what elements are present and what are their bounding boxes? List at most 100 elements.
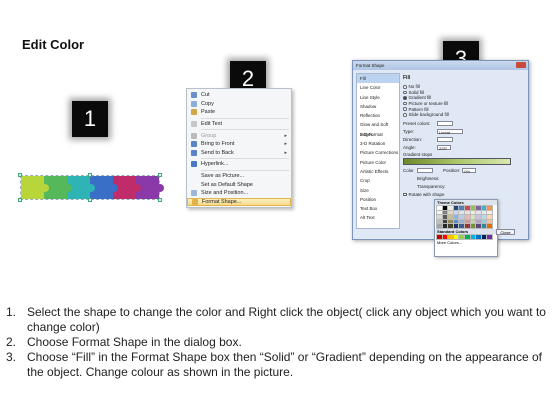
- color-swatch[interactable]: [475, 205, 483, 211]
- type-select[interactable]: Linear: [437, 129, 463, 135]
- color-swatch[interactable]: [469, 223, 477, 230]
- color-swatch[interactable]: [475, 234, 483, 241]
- color-swatch[interactable]: [480, 214, 488, 221]
- color-swatch[interactable]: [463, 234, 471, 241]
- color-swatch[interactable]: [436, 223, 443, 230]
- menu-item[interactable]: Format Shape...: [187, 197, 291, 207]
- color-swatch[interactable]: [463, 209, 471, 216]
- color-dropdown[interactable]: [417, 168, 433, 174]
- color-swatch[interactable]: [475, 214, 483, 221]
- sidebar-item[interactable]: 3-D Format: [357, 130, 399, 139]
- color-swatch[interactable]: [436, 205, 443, 211]
- color-swatch[interactable]: [436, 218, 443, 225]
- sidebar-item[interactable]: Alt Text: [357, 213, 399, 222]
- color-swatch[interactable]: [480, 218, 488, 225]
- color-swatch[interactable]: [458, 205, 466, 211]
- color-swatch[interactable]: [463, 223, 471, 230]
- color-swatch[interactable]: [452, 234, 460, 241]
- color-swatch[interactable]: [463, 218, 471, 225]
- color-swatch[interactable]: [441, 214, 449, 221]
- color-swatch[interactable]: [447, 234, 455, 241]
- sidebar-item[interactable]: Artistic Effects: [357, 167, 399, 176]
- menu-item[interactable]: Copy: [187, 100, 291, 109]
- radio-icon[interactable]: [403, 113, 407, 117]
- sidebar-item[interactable]: Picture Color: [357, 158, 399, 167]
- position-input[interactable]: 0%: [462, 168, 477, 174]
- menu-item[interactable]: Size and Position...: [187, 189, 291, 198]
- fill-radio[interactable]: Slide background fill: [403, 112, 525, 118]
- color-swatch[interactable]: [452, 214, 460, 221]
- menu-item[interactable]: Send to Back ▸: [187, 149, 291, 158]
- menu-item[interactable]: Group ▸: [187, 131, 291, 140]
- radio-icon[interactable]: [403, 90, 407, 95]
- sidebar-item[interactable]: Size: [357, 186, 399, 195]
- color-swatch[interactable]: [436, 234, 443, 241]
- color-swatch[interactable]: [475, 223, 483, 230]
- sidebar-item[interactable]: Position: [357, 195, 399, 204]
- color-swatch[interactable]: [469, 209, 477, 216]
- color-swatch[interactable]: [486, 214, 494, 221]
- puzzle-strip[interactable]: [18, 173, 164, 202]
- color-swatch[interactable]: [486, 209, 494, 216]
- color-swatch[interactable]: [486, 218, 494, 225]
- color-swatch[interactable]: [447, 209, 455, 216]
- more-colors-item[interactable]: More Colors...: [435, 240, 497, 245]
- color-swatch[interactable]: [452, 223, 460, 230]
- color-swatch[interactable]: [452, 205, 460, 211]
- menu-item[interactable]: Paste: [187, 108, 291, 117]
- color-swatch[interactable]: [469, 205, 477, 211]
- color-swatch[interactable]: [447, 214, 455, 221]
- radio-icon[interactable]: [403, 85, 407, 89]
- sidebar-item[interactable]: Shadow: [357, 102, 399, 111]
- color-swatch[interactable]: [458, 234, 466, 241]
- selection-handle[interactable]: [88, 173, 92, 177]
- color-swatch[interactable]: [441, 234, 449, 241]
- close-button[interactable]: Close: [496, 229, 515, 235]
- color-swatch[interactable]: [458, 218, 466, 225]
- selection-handle[interactable]: [18, 173, 22, 177]
- color-swatch[interactable]: [469, 234, 477, 241]
- direction-dropdown[interactable]: [437, 137, 453, 143]
- selection-handle[interactable]: [88, 198, 92, 202]
- color-swatch[interactable]: [458, 209, 466, 216]
- color-swatch[interactable]: [480, 205, 488, 211]
- dialog-close-icon[interactable]: [516, 62, 526, 68]
- color-swatch[interactable]: [436, 209, 443, 216]
- color-swatch[interactable]: [475, 209, 483, 216]
- color-swatch[interactable]: [447, 205, 455, 211]
- color-swatch[interactable]: [486, 205, 494, 211]
- sidebar-item[interactable]: Glow and Soft Edges: [357, 120, 399, 136]
- color-swatch[interactable]: [463, 205, 471, 211]
- preset-colors-dropdown[interactable]: [437, 121, 453, 127]
- sidebar-item[interactable]: Fill: [357, 74, 399, 84]
- color-swatch[interactable]: [441, 218, 449, 225]
- color-swatch[interactable]: [475, 218, 483, 225]
- radio-icon[interactable]: [403, 107, 407, 111]
- rotate-checkbox[interactable]: [403, 192, 407, 197]
- color-swatch[interactable]: [436, 214, 443, 221]
- puzzle-piece[interactable]: [21, 176, 49, 199]
- color-swatch[interactable]: [463, 214, 471, 221]
- color-swatch[interactable]: [486, 234, 494, 241]
- color-swatch[interactable]: [452, 218, 460, 225]
- sidebar-item[interactable]: Line Color: [357, 83, 399, 92]
- sidebar-item[interactable]: Text Box: [357, 204, 399, 213]
- color-swatch[interactable]: [441, 223, 449, 230]
- color-swatch[interactable]: [458, 214, 466, 221]
- color-swatch[interactable]: [452, 209, 460, 216]
- color-swatch[interactable]: [480, 209, 488, 216]
- color-swatch[interactable]: [447, 223, 455, 230]
- sidebar-item[interactable]: Line Style: [357, 93, 399, 102]
- selection-handle[interactable]: [18, 198, 22, 202]
- color-swatch[interactable]: [458, 223, 466, 230]
- menu-item[interactable]: Cut: [187, 91, 291, 100]
- sidebar-item[interactable]: Reflection: [357, 111, 399, 120]
- gradient-stops-bar[interactable]: [403, 157, 511, 165]
- color-swatch[interactable]: [480, 223, 488, 230]
- color-swatch[interactable]: [469, 218, 477, 225]
- menu-item[interactable]: Hyperlink...: [187, 160, 291, 169]
- angle-input[interactable]: 225°: [437, 145, 451, 151]
- menu-item[interactable]: Edit Text: [187, 120, 291, 129]
- color-swatch[interactable]: [486, 223, 494, 230]
- radio-icon[interactable]: [403, 96, 407, 100]
